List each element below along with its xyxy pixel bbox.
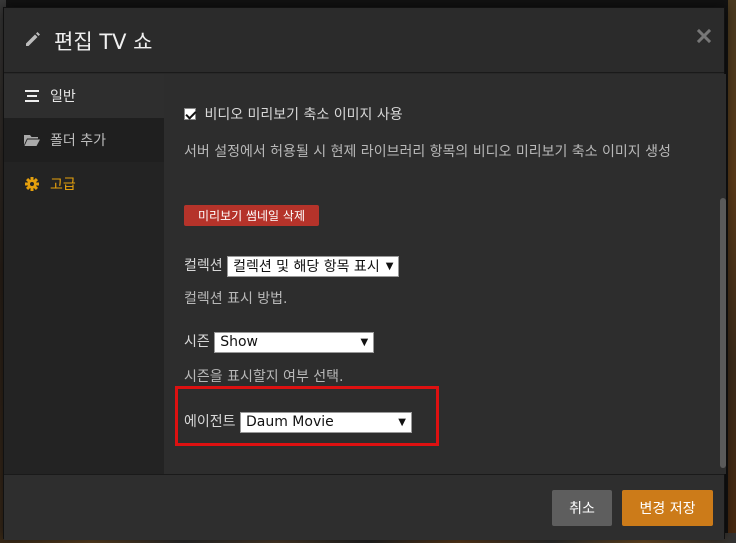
collection-row: 컬렉션 컬렉션 및 해당 항목 표시 ▼ — [184, 255, 400, 277]
season-label: 시즌 — [184, 334, 210, 350]
agent-row: 에이전트 Daum Movie ▼ — [184, 411, 412, 433]
dropdown-arrow-icon: ▼ — [398, 416, 406, 428]
agent-label: 에이전트 — [184, 414, 236, 430]
advanced-settings-panel: ———————— 비디오 미리보기 축소 이미지 사용 서버 설정에서 허용될 … — [164, 74, 724, 474]
dropdown-arrow-icon: ▼ — [360, 336, 369, 348]
delete-thumbnails-button[interactable]: 미리보기 썸네일 삭제 — [184, 205, 319, 226]
dialog-header: 편집 TV 쇼 — [4, 8, 724, 73]
collection-hint: 컬렉션 표시 방법. — [184, 291, 288, 307]
pencil-icon — [26, 32, 40, 46]
edit-tv-show-dialog: 편집 TV 쇼 일반 폴더 추가 고급 비디오 미리보기 축소 이미지 사용 서… — [3, 7, 726, 540]
sidebar-item-add-folder[interactable]: 폴더 추가 — [4, 118, 164, 162]
list-icon — [24, 89, 40, 103]
save-changes-button[interactable]: 변경 저장 — [622, 490, 713, 526]
season-select-value: Show — [220, 334, 258, 350]
agent-select[interactable]: Daum Movie ▼ — [239, 411, 412, 433]
collection-select[interactable]: 컬렉션 및 해당 항목 표시 ▼ — [227, 255, 400, 277]
settings-sidebar: 일반 폴더 추가 고급 — [4, 74, 164, 474]
sidebar-item-label: 고급 — [50, 177, 76, 193]
dialog-title: 편집 TV 쇼 — [54, 30, 153, 54]
dropdown-arrow-icon: ▼ — [385, 260, 394, 272]
scrollbar-thumb[interactable] — [720, 198, 726, 468]
agent-select-value: Daum Movie — [245, 414, 334, 430]
video-thumbnail-option: 비디오 미리보기 축소 이미지 사용 — [184, 104, 403, 124]
cancel-button[interactable]: 취소 — [552, 490, 612, 526]
backdrop-right-edge — [728, 0, 736, 543]
sidebar-item-advanced[interactable]: 고급 — [4, 162, 164, 206]
sidebar-item-label: 폴더 추가 — [50, 133, 106, 149]
gear-icon — [24, 177, 40, 191]
close-icon[interactable] — [696, 28, 712, 44]
sidebar-item-label: 일반 — [50, 89, 76, 105]
folder-icon — [24, 133, 40, 147]
season-row: 시즌 Show ▼ — [184, 331, 375, 353]
video-thumbnail-checkbox[interactable] — [184, 108, 196, 120]
video-thumbnail-hint: 서버 설정에서 허용될 시 현제 라이브러리 항목의 비디오 미리보기 축소 이… — [184, 144, 671, 160]
dialog-footer: 취소 변경 저장 — [4, 474, 724, 540]
video-thumbnail-label: 비디오 미리보기 축소 이미지 사용 — [204, 107, 403, 123]
season-select[interactable]: Show ▼ — [214, 331, 375, 353]
sidebar-item-general[interactable]: 일반 — [4, 74, 164, 118]
collection-label: 컬렉션 — [184, 258, 223, 274]
collection-select-value: 컬렉션 및 해당 항목 표시 — [233, 259, 380, 275]
clipped-previous-row: ———————— — [184, 74, 296, 78]
